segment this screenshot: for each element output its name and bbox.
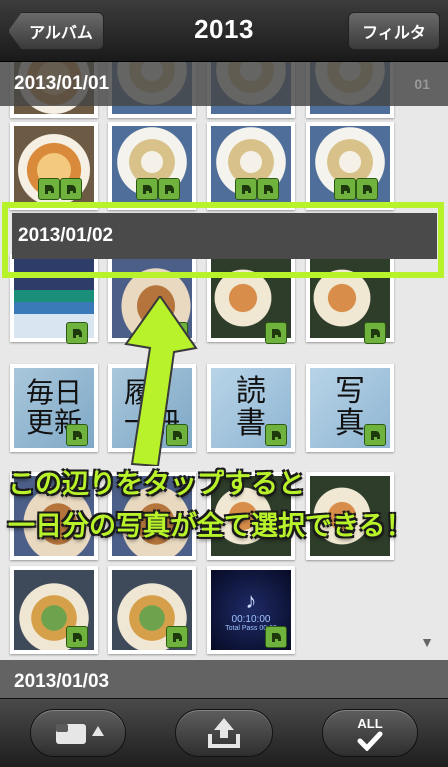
select-all-button[interactable]: ALL [322, 709, 418, 757]
evernote-badge-icon [166, 626, 188, 648]
evernote-badge-icon [158, 178, 180, 200]
evernote-badge-icon [60, 178, 82, 200]
evernote-badge-icon [356, 178, 378, 200]
page-mark: 01 [414, 76, 430, 92]
pointer-arrow-icon [124, 296, 198, 466]
scroll-down-icon: ▼ [420, 634, 434, 650]
section-date: 2013/01/03 [14, 671, 110, 692]
filter-button[interactable]: フィルタ [348, 12, 440, 50]
evernote-badge-icon [235, 178, 257, 200]
evernote-badge-icon [66, 322, 88, 344]
evernote-badge-icon [38, 178, 60, 200]
evernote-badge-icon [364, 424, 386, 446]
timer-glyph: ♪ [245, 588, 257, 613]
evernote-badge-icon [257, 178, 279, 200]
evernote-badge-icon [136, 178, 158, 200]
section-date: 2013/01/01 [14, 73, 110, 94]
evernote-badge-icon [66, 626, 88, 648]
evernote-badge-icon [334, 178, 356, 200]
evernote-badge-icon [265, 424, 287, 446]
select-all-label: ALL [357, 715, 383, 731]
instruction-line-1: この辺りをタップすると [8, 469, 305, 500]
evernote-badge-icon [265, 322, 287, 344]
evernote-badge-icon [66, 424, 88, 446]
photo-grid[interactable]: 2013/01/01 01 毎日 更新 履 一冊 読 書 写 真 ♪ 00:10… [0, 62, 448, 698]
checkmark-icon [357, 731, 383, 751]
navigation-bar: アルバム 2013 フィルタ [0, 0, 448, 62]
bottom-toolbar: ALL [0, 698, 448, 767]
highlight-frame [2, 202, 444, 278]
share-button[interactable] [175, 709, 273, 757]
layout-icon [56, 724, 104, 744]
section-header-day3[interactable]: 2013/01/03 [0, 660, 448, 698]
upload-icon [208, 718, 240, 748]
section-header-day1[interactable]: 2013/01/01 01 [0, 62, 448, 106]
evernote-badge-icon [265, 626, 287, 648]
instruction-line-2: 一日分の写真が全て選択できる！ [8, 511, 413, 542]
layout-toggle-button[interactable] [30, 709, 126, 757]
evernote-badge-icon [364, 322, 386, 344]
